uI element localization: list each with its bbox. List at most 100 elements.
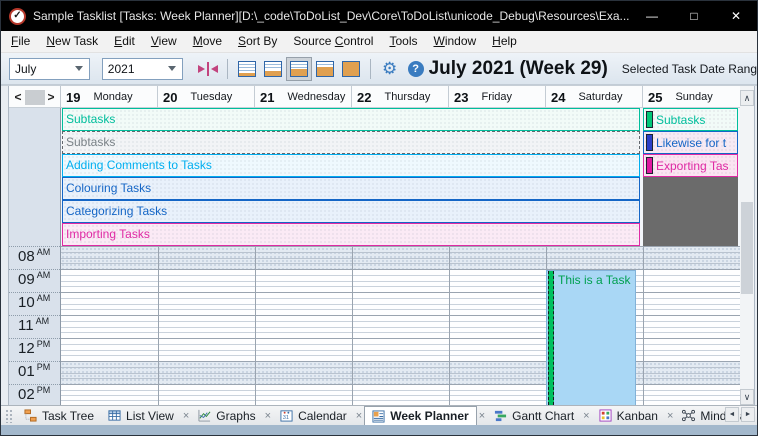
tab-close-button[interactable]: × (581, 410, 591, 422)
menu-view[interactable]: View (143, 31, 185, 52)
app-window: ✓ Sample Tasklist [Tasks: Week Planner][… (0, 0, 758, 436)
minimize-button[interactable]: — (631, 1, 673, 31)
day-header-tuesday[interactable]: 20 Tuesday (158, 86, 255, 108)
hour-label: 09AM (9, 269, 60, 292)
grid-row-01pm[interactable] (61, 361, 740, 384)
grid-row-10am[interactable] (61, 292, 740, 315)
menu-source-control[interactable]: Source Control (285, 31, 381, 52)
grid-row-08am[interactable] (61, 246, 740, 269)
hour-period: PM (37, 339, 51, 349)
allday-task[interactable]: Importing Tasks (62, 223, 640, 246)
day-header-thursday[interactable]: 22 Thursday (352, 86, 449, 108)
menu-sort-by[interactable]: Sort By (230, 31, 285, 52)
allday-task[interactable]: Subtasks (62, 108, 640, 131)
year-select[interactable]: 2021 (102, 58, 183, 80)
day-name: Sunday (675, 91, 712, 103)
tab-gantt-chart[interactable]: Gantt Chart (487, 406, 581, 425)
menu-file[interactable]: File (3, 31, 38, 52)
day-name: Monday (93, 91, 132, 103)
hour-label: 02PM (9, 384, 60, 405)
view-3-day-button[interactable] (260, 57, 286, 81)
list-view-icon (108, 409, 121, 422)
grid-row-02pm[interactable] (61, 384, 740, 405)
task-label: Subtasks (66, 112, 115, 126)
goto-today-icon (198, 62, 218, 76)
scrollbar-thumb[interactable] (741, 202, 753, 294)
task-label: Subtasks (66, 135, 115, 149)
hour-label: 01PM (9, 361, 60, 384)
menu-tools[interactable]: Tools (381, 31, 425, 52)
scroll-up-button[interactable]: ∧ (740, 90, 754, 106)
tabbar-gripper[interactable] (5, 409, 13, 423)
view-3-day-icon (264, 61, 282, 77)
grid-row-11am[interactable] (61, 315, 740, 338)
svg-text:31: 31 (283, 415, 289, 421)
tab-list-view[interactable]: List View (101, 406, 181, 425)
task-color-bar (646, 157, 653, 174)
week-nav-thumb[interactable] (25, 90, 45, 105)
allday-task[interactable]: Subtasks (62, 131, 640, 154)
hour-label: 08AM (9, 246, 60, 269)
task-color-bar (646, 134, 653, 151)
sunday-task[interactable]: Exporting Tas (643, 154, 738, 177)
grid-row-12pm[interactable] (61, 338, 740, 361)
tab-close-button[interactable]: × (263, 410, 273, 422)
right-edge (754, 86, 758, 405)
tab-scroll-right-button[interactable]: ► (741, 407, 755, 422)
goto-today-button[interactable] (195, 57, 221, 81)
view-month-button[interactable] (338, 57, 364, 81)
prev-week-button[interactable]: < (12, 90, 24, 104)
task-label: Categorizing Tasks (66, 204, 167, 218)
tab-kanban[interactable]: Kanban (592, 406, 665, 425)
month-value: July (15, 62, 36, 76)
day-header-wednesday[interactable]: 21 Wednesday (255, 86, 352, 108)
tab-task-tree[interactable]: Task Tree (17, 406, 101, 425)
scroll-down-button[interactable]: ∨ (740, 389, 754, 405)
tab-close-button[interactable]: × (181, 410, 191, 422)
menu-window[interactable]: Window (425, 31, 484, 52)
task-color-bar (646, 111, 653, 128)
tab-label: Calendar (298, 409, 347, 423)
column-divider (352, 246, 353, 405)
month-select[interactable]: July (9, 58, 90, 80)
tab-scroll-left-button[interactable]: ◄ (725, 407, 739, 422)
day-header-friday[interactable]: 23 Friday (449, 86, 546, 108)
help-button[interactable]: ? (403, 57, 429, 81)
year-value: 2021 (108, 62, 135, 76)
menu-edit[interactable]: Edit (106, 31, 143, 52)
menu-move[interactable]: Move (185, 31, 230, 52)
menu-new-task[interactable]: New Task (38, 31, 106, 52)
tab-label: Gantt Chart (512, 409, 574, 423)
day-header-monday[interactable]: 19 Monday (61, 86, 158, 108)
sunday-task[interactable]: Likewise for t (643, 131, 738, 154)
maximize-button[interactable]: □ (673, 1, 715, 31)
help-icon: ? (408, 61, 424, 77)
tab-close-button[interactable]: × (665, 410, 675, 422)
menu-help[interactable]: Help (484, 31, 525, 52)
allday-task[interactable]: Colouring Tasks (62, 177, 640, 200)
view-2-week-button[interactable] (312, 57, 338, 81)
tab-close-button[interactable]: × (477, 410, 487, 422)
view-1-day-button[interactable] (234, 57, 260, 81)
allday-task[interactable]: Adding Comments to Tasks (62, 154, 640, 177)
chevron-down-icon (168, 66, 176, 71)
tab-close-button[interactable]: × (354, 410, 364, 422)
preferences-button[interactable]: ⚙ (377, 57, 403, 81)
app-icon: ✓ (9, 8, 26, 25)
toolbar-separator (227, 59, 228, 79)
tab-label: Kanban (617, 409, 658, 423)
close-button[interactable]: ✕ (715, 1, 757, 31)
view-week-button[interactable] (286, 57, 312, 81)
column-divider (255, 246, 256, 405)
tab-graphs[interactable]: Graphs (191, 406, 262, 425)
calendar-icon: 31 (280, 409, 293, 422)
allday-task[interactable]: Categorizing Tasks (62, 200, 640, 223)
tab-calendar[interactable]: 31 Calendar (273, 406, 354, 425)
next-week-button[interactable]: > (45, 90, 57, 104)
tab-week-planner[interactable]: Week Planner (364, 406, 476, 425)
grid-row-09am[interactable] (61, 269, 740, 292)
day-header-saturday[interactable]: 24 Saturday (546, 86, 643, 108)
timed-task[interactable]: This is a Task (546, 270, 636, 405)
day-header-sunday[interactable]: 25 Sunday (643, 86, 740, 108)
sunday-task[interactable]: Subtasks (643, 108, 738, 131)
